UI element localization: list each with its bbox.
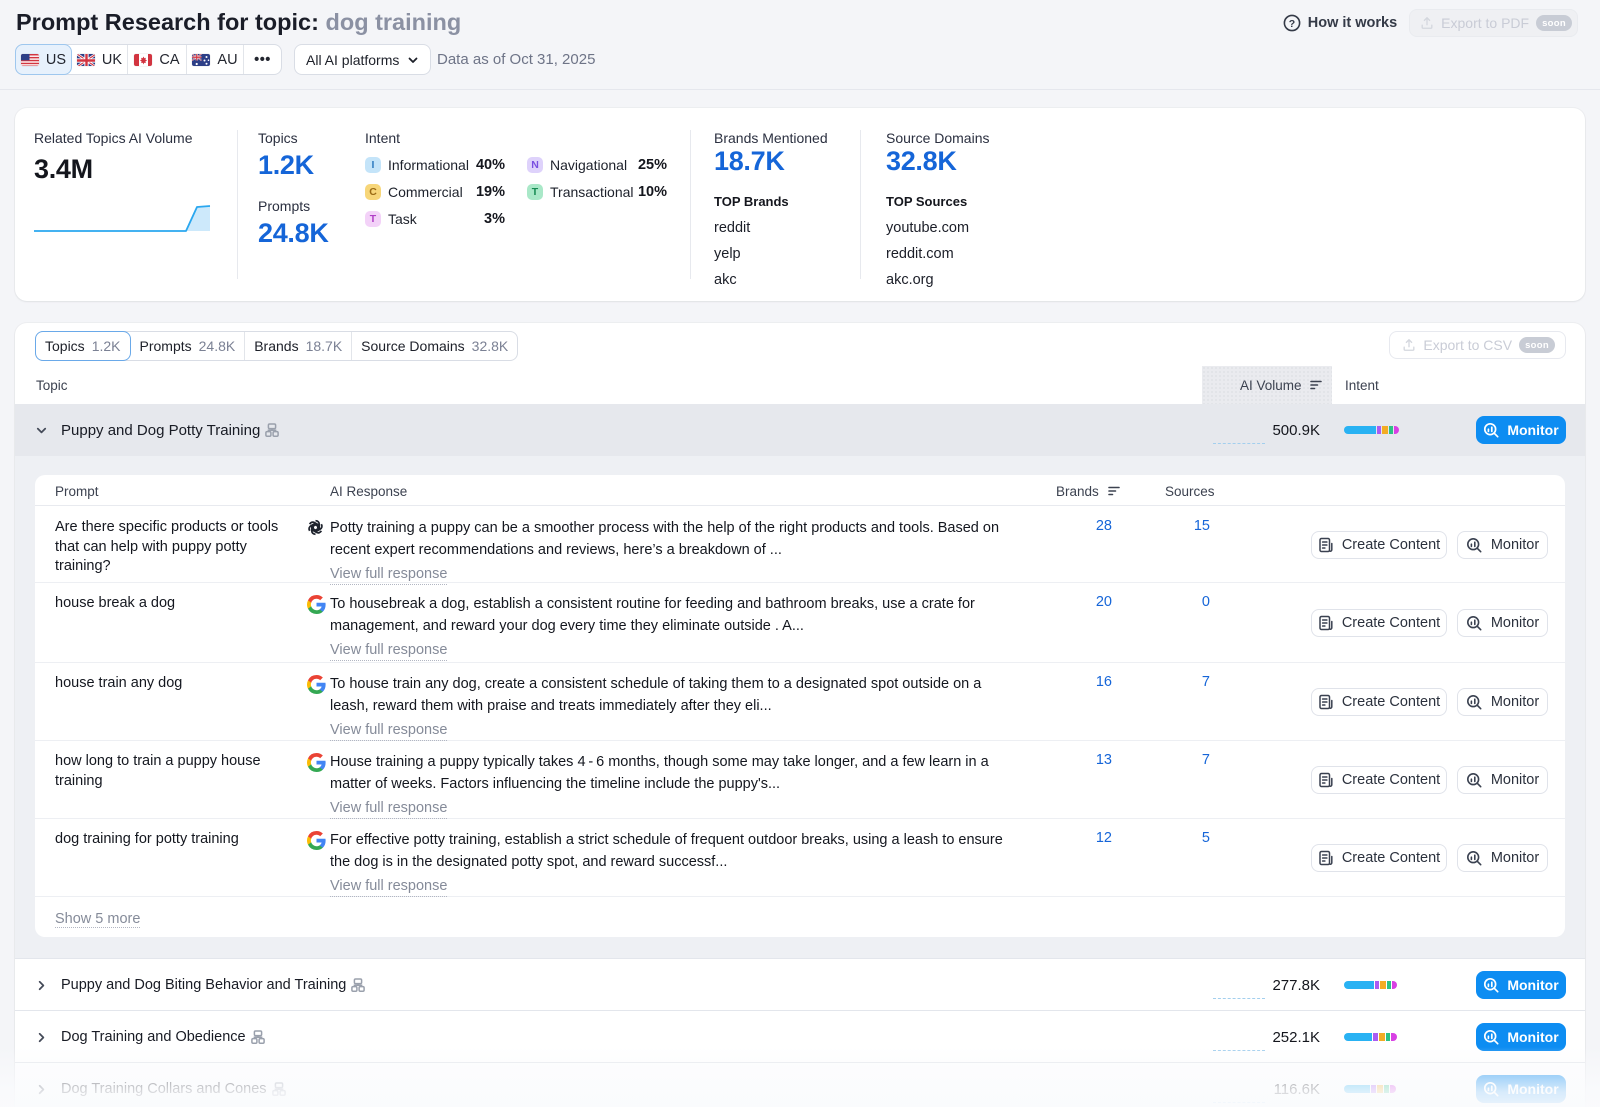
- svg-text:?: ?: [1289, 18, 1295, 30]
